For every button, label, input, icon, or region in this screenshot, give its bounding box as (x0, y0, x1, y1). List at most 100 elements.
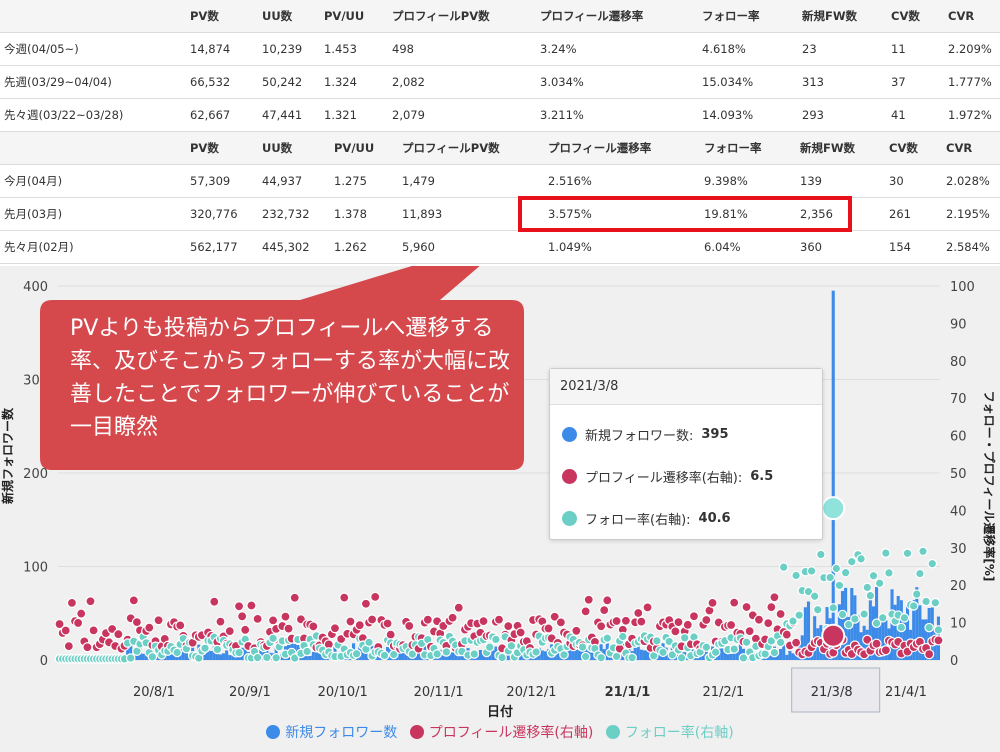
header-cell: PV/UU (334, 132, 402, 165)
profile-rate-dot (763, 618, 774, 629)
follower-bar (642, 650, 646, 660)
profile-rate-dot (280, 611, 291, 622)
follower-bar (577, 650, 582, 660)
profile-rate-dot (289, 592, 300, 603)
follow-rate-dot (809, 591, 820, 602)
callout-text: PVよりも投稿からプロフィールへ遷移する率、及びそこからフォローする率が大幅に改… (70, 316, 511, 440)
follower-bar (779, 649, 783, 660)
table-cell: 15.034% (702, 65, 802, 99)
chart-legend: 新規フォロワー数 プロフィール遷移率(右軸) フォロー率(右軸) (0, 722, 1000, 743)
follow-rate-dot (252, 652, 263, 663)
follow-rate-dot (834, 580, 845, 591)
header-cell: 新規FW数 (802, 0, 891, 33)
tooltip-label: フォロー率(右軸): (585, 513, 691, 528)
follower-bar (225, 650, 229, 660)
follow-rate-dot (778, 562, 789, 572)
profile-rate-dot (339, 592, 350, 603)
profile-rate-dot (707, 597, 718, 608)
follow-rate-dot (432, 649, 442, 659)
follower-bar (398, 653, 402, 660)
table-cell: 1,479 (402, 164, 548, 198)
profile-rate-dot (385, 629, 396, 640)
profile-rate-dot (515, 627, 526, 638)
table-cell: 154 (889, 230, 946, 264)
follow-rate-dot (874, 578, 885, 589)
profile-rate-dot (543, 623, 554, 634)
follow-rate-dot (364, 637, 374, 648)
follower-bar (720, 648, 724, 660)
header-cell: CV数 (889, 132, 946, 165)
follow-rate-dot (791, 570, 801, 581)
profile-rate-dot (240, 624, 251, 635)
table-cell: 2.584% (946, 230, 1000, 264)
legend-item-follow-rate[interactable]: フォロー率(右軸) (605, 722, 734, 742)
follow-rate-dot (930, 597, 941, 608)
profile-rate-dot (769, 592, 780, 603)
follower-bar (317, 653, 322, 660)
table-cell: 2,079 (392, 98, 540, 132)
table-cell: 10,239 (262, 32, 324, 66)
table-cell: 3.034% (540, 65, 702, 99)
follow-rate-dot (497, 652, 507, 663)
profile-rate-dot (447, 612, 458, 623)
follow-rate-dot (596, 652, 606, 663)
right-tick-label: 90 (950, 317, 967, 332)
profile-rate-dot (382, 618, 393, 629)
profile-rate-dot (670, 626, 681, 637)
table-cell: 41 (891, 98, 948, 132)
left-tick-label: 300 (23, 374, 48, 389)
profile-rate-dot (602, 595, 613, 606)
table-row: 今週(04/05~) 14,874 10,239 1.453 498 3.24% 4.618… (0, 32, 1000, 66)
table-cell: 293 (802, 98, 891, 132)
right-tick-label: 80 (950, 355, 967, 370)
follower-bar (222, 653, 226, 660)
profile-rate-dot (503, 621, 514, 632)
profile-rate-dot (673, 617, 684, 628)
profile-rate-dot (367, 614, 378, 625)
follow-rate-dot (828, 603, 839, 613)
tooltip-label: プロフィール遷移率(右軸): (585, 471, 743, 486)
profile-rate-dot (611, 615, 622, 627)
table-cell: 2.209% (948, 32, 1000, 66)
tooltip-value: 395 (701, 427, 729, 442)
row-label: 先月(03月) (0, 197, 190, 231)
legend-item-profile-rate[interactable]: プロフィール遷移率(右軸) (409, 722, 593, 742)
follow-rate-dot (577, 642, 588, 652)
table-cell: 1.777% (948, 65, 1000, 99)
follow-rate-dot (531, 647, 541, 657)
profile-rate-dot (215, 616, 226, 627)
table-cell: 4.618% (702, 32, 802, 66)
left-tick-label: 200 (23, 467, 48, 482)
follower-bar (478, 650, 482, 660)
profile-rate-dot (175, 620, 186, 631)
follow-rate-dot (125, 653, 136, 663)
table-cell: 139 (800, 164, 889, 198)
row-label: 先々月(02月) (0, 230, 190, 264)
table-cell: 261 (889, 197, 946, 231)
tooltip-label: 新規フォロワー数: (585, 429, 694, 444)
profile-rate-dot (924, 649, 935, 660)
table-cell: 6.04% (704, 230, 800, 264)
follow-rate-dot (816, 549, 826, 560)
follower-bar (451, 652, 455, 660)
follow-rate-dot (741, 637, 752, 648)
x-tick-label: 21/3/8 (811, 685, 853, 700)
table-row: 先々月(02月) 562,177 445,302 1.262 5,960 1.049% 6.… (0, 230, 1000, 264)
row-label: 先週(03/29~04/04) (0, 65, 190, 99)
header-cell: 新規FW数 (800, 132, 889, 165)
tooltip-date: 2021/3/8 (550, 369, 822, 405)
follower-bar (218, 654, 223, 660)
profile-rate-dot (599, 604, 610, 616)
x-tick-label: 21/1/1 (605, 685, 651, 700)
follow-rate-dot (902, 548, 913, 559)
follower-bar (228, 655, 232, 660)
table-cell: 3.211% (540, 98, 702, 132)
profile-rate-dot (688, 611, 700, 622)
legend-item-followers[interactable]: 新規フォロワー数 (266, 722, 397, 742)
follow-rate-dot (884, 568, 894, 578)
follow-rate-dot (212, 644, 223, 655)
x-tick-label: 20/12/1 (506, 685, 556, 700)
weekly-header-row: PV数 UU数 PV/UU プロフィールPV数 プロフィール遷移率 フォロー率 … (0, 0, 1000, 33)
table-cell: 5,960 (402, 230, 548, 264)
follow-rate-dot (812, 604, 823, 615)
